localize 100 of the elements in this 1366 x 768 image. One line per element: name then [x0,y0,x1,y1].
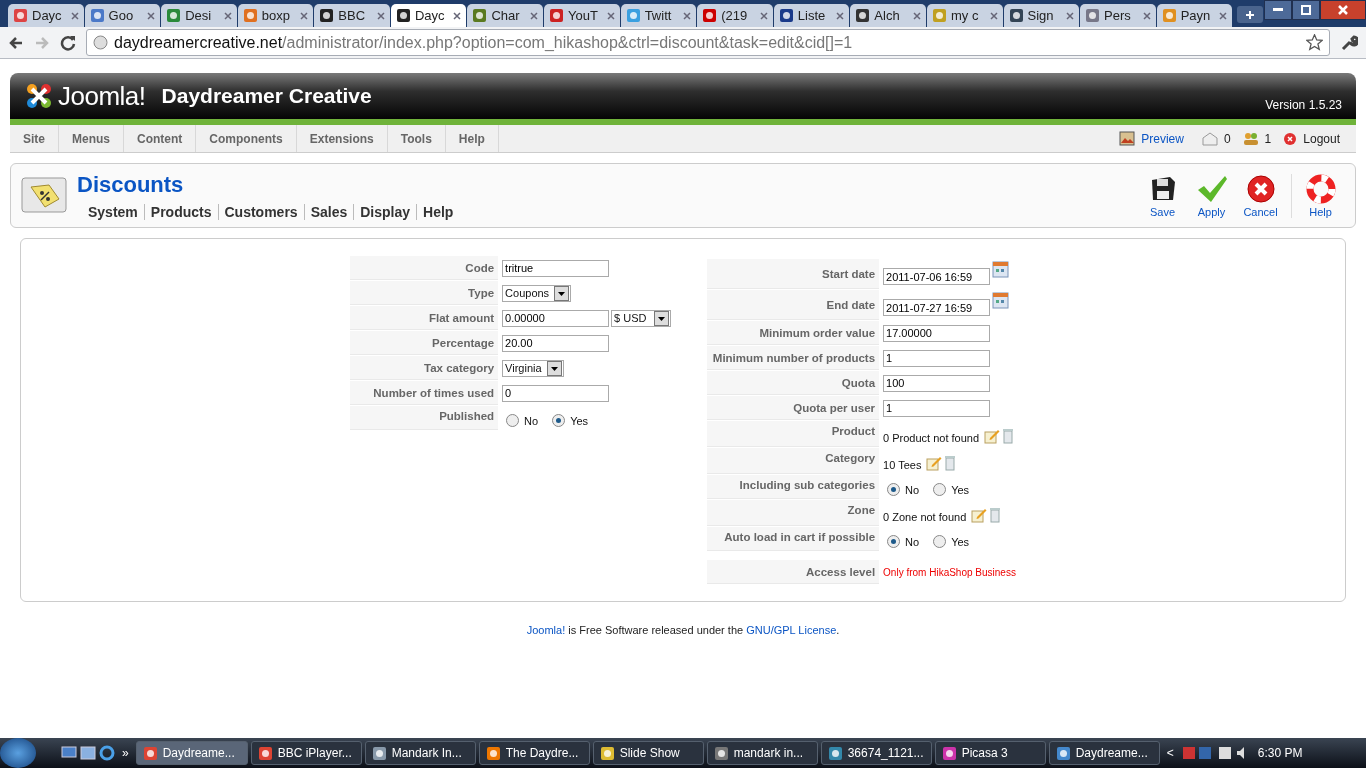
close-icon[interactable] [989,11,998,20]
close-icon[interactable] [836,11,845,20]
new-tab-button[interactable] [1237,6,1264,23]
close-button[interactable] [1320,0,1366,20]
close-icon[interactable] [1142,11,1151,20]
save-button[interactable]: Save [1138,173,1187,218]
reload-icon[interactable] [60,34,76,51]
text-field[interactable]: 17.00000 [883,324,991,342]
text-field[interactable]: tritrue [502,259,610,277]
taskbar-button[interactable]: Slide Show [592,741,704,765]
taskbar-button[interactable]: Mandark In... [364,741,476,765]
back-icon[interactable] [8,34,24,51]
menu-item[interactable]: Site [10,125,59,152]
browser-tab[interactable]: Twitt [620,4,697,27]
currency-dropdown[interactable]: $ USD [611,309,672,327]
wrench-icon[interactable] [1340,33,1358,52]
radio-option[interactable]: No [887,535,920,548]
start-button[interactable] [0,738,36,768]
close-icon[interactable] [912,11,921,20]
close-icon[interactable] [70,11,79,20]
restore-button[interactable] [1292,0,1321,20]
close-icon[interactable] [606,11,615,20]
calendar-icon[interactable] [992,292,1010,309]
logout-icon[interactable] [1283,131,1298,146]
calendar-icon[interactable] [992,261,1010,278]
text-field[interactable]: 20.00 [502,334,610,352]
joomla-link[interactable]: Joomla! [526,624,566,636]
browser-tab[interactable]: my c [926,4,1003,27]
more-chevron[interactable]: » [122,746,129,760]
taskbar-button[interactable]: BBC iPlayer... [250,741,362,765]
taskbar-button[interactable]: mandark in... [706,741,818,765]
amount-field[interactable]: 0.00000 [502,309,610,327]
close-icon[interactable] [1066,11,1075,20]
edit-icon[interactable] [984,428,1001,444]
text-field[interactable]: 1 [883,349,991,367]
minimize-button[interactable] [1264,0,1293,20]
preview-link[interactable]: Preview [1141,131,1184,146]
dropdown[interactable]: Virginia [502,359,564,377]
desktop-icon[interactable] [61,746,77,760]
submenu-link[interactable]: Customers [217,203,304,220]
close-icon[interactable] [147,11,156,20]
taskbar-button[interactable]: Daydreame... [135,741,248,765]
browser-tab[interactable]: BBC [314,4,390,27]
browser-tab[interactable]: Liste [773,4,850,27]
close-icon[interactable] [759,11,768,20]
radio-option[interactable]: No [887,483,920,496]
browser-tab[interactable]: Alch [850,4,926,27]
submenu-link[interactable]: System [82,203,144,220]
dropdown[interactable]: Coupons [502,284,572,302]
browser-tab[interactable]: Dayc [8,4,84,27]
text-field[interactable]: 100 [883,374,991,392]
submenu-link[interactable]: Products [143,203,218,220]
submenu-link[interactable]: Sales [303,203,354,220]
taskbar-button[interactable]: The Daydre... [478,741,590,765]
browser-tab[interactable]: Sign [1003,4,1080,27]
close-icon[interactable] [683,11,692,20]
close-icon[interactable] [223,11,232,20]
help-button[interactable]: Help [1291,173,1345,218]
taskbar-button[interactable]: Daydreame... [1048,741,1160,765]
browser-tab[interactable]: boxp [237,4,314,27]
logout-link[interactable]: Logout [1303,131,1340,146]
browser-tab[interactable]: Dayc [390,4,467,27]
menu-item[interactable]: Components [196,125,297,152]
edit-icon[interactable] [971,507,988,523]
text-field[interactable]: 0 [502,384,610,402]
apply-button[interactable]: Apply [1187,173,1236,218]
tray-chevron[interactable]: < [1166,746,1174,760]
close-icon[interactable] [453,11,462,20]
text-field[interactable]: 1 [883,399,991,417]
address-bar[interactable]: daydreamercreative.net/administrator/index.php?option=com_hikashop&ctrl=discount&task=edit&cid[]=1 [86,29,1330,56]
submenu-link[interactable]: Help [416,203,460,220]
close-icon[interactable] [1219,11,1228,20]
date-field[interactable]: 2011-07-27 16:59 [883,299,991,316]
close-icon[interactable] [376,11,385,20]
star-icon[interactable] [1306,34,1323,51]
radio-option[interactable]: Yes [552,414,589,427]
browser-tab[interactable]: Payn [1156,4,1233,27]
close-icon[interactable] [300,11,309,20]
menu-item[interactable]: Extensions [296,125,388,152]
submenu-link[interactable]: Display [353,203,417,220]
menu-item[interactable]: Menus [59,125,125,152]
browser-tab[interactable]: Goo [84,4,161,27]
menu-item[interactable]: Content [124,125,197,152]
taskbar-button[interactable]: Picasa 3 [934,741,1046,765]
cancel-button[interactable]: Cancel [1236,173,1285,218]
browser-tab[interactable]: Desi [161,4,237,27]
browser-tab[interactable]: (219 [697,4,773,27]
window-switch-icon[interactable] [80,746,96,760]
preview-icon[interactable] [1119,131,1136,146]
radio-option[interactable]: Yes [933,483,970,496]
browser-tab[interactable]: Pers [1080,4,1156,27]
taskbar-button[interactable]: 36674_1121... [820,741,932,765]
browser-tab[interactable]: Char [467,4,544,27]
browser-tab[interactable]: YouT [544,4,620,27]
close-icon[interactable] [530,11,539,20]
menu-item[interactable]: Tools [387,125,446,152]
date-field[interactable]: 2011-07-06 16:59 [883,268,991,285]
radio-option[interactable]: No [506,414,539,427]
edit-icon[interactable] [926,455,943,471]
menu-item[interactable]: Help [445,125,499,152]
